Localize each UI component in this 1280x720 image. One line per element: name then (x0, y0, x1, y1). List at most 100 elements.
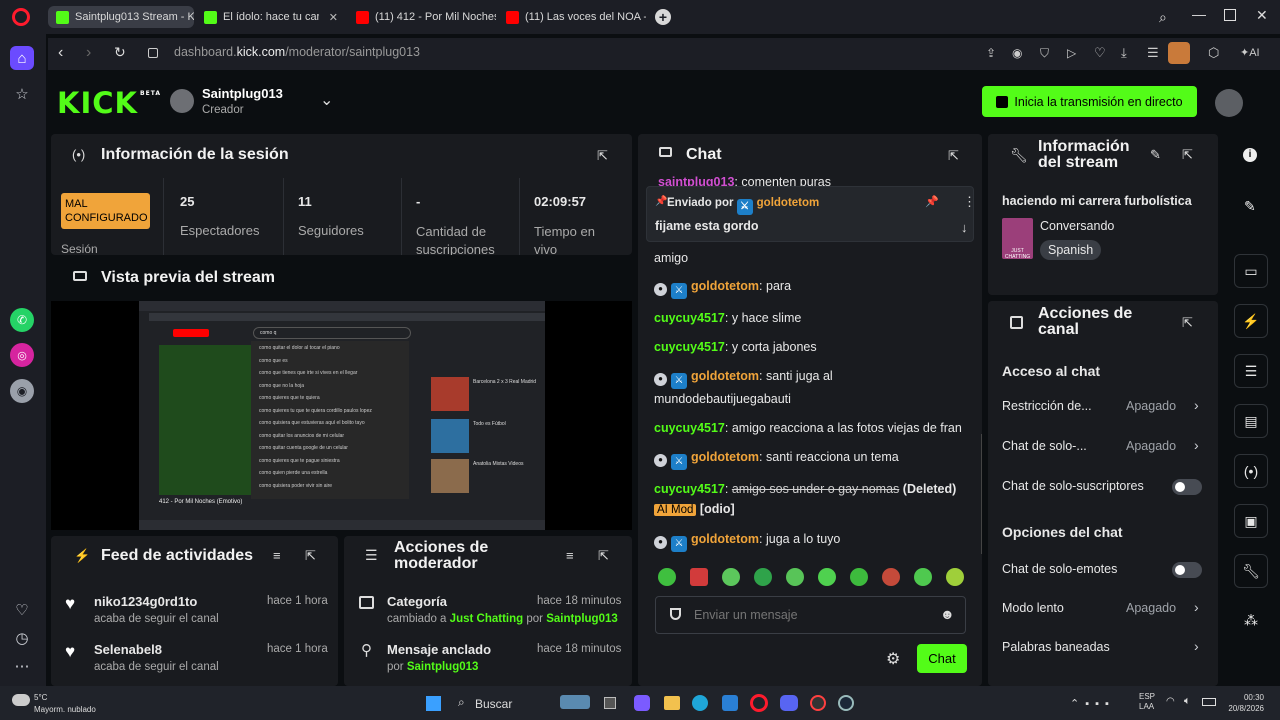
emote-icon[interactable] (786, 568, 804, 586)
heart-icon[interactable]: ♡ (1094, 45, 1106, 61)
unpin-icon[interactable]: 📌 (925, 195, 939, 208)
emote-icon[interactable] (658, 568, 676, 586)
info-icon[interactable]: i (1243, 148, 1257, 162)
cube-icon[interactable]: ⬡ (1208, 45, 1219, 61)
chat-message-input[interactable] (694, 605, 924, 625)
emote-icon[interactable] (690, 568, 708, 586)
game-app-icon[interactable] (560, 695, 590, 709)
subs-only-toggle[interactable] (1172, 479, 1202, 495)
emote-icon[interactable] (850, 568, 868, 586)
emote-icon[interactable] (882, 568, 900, 586)
tray-icons[interactable]: ⌃▪▪▪ (1070, 697, 1115, 710)
search-tabs-icon[interactable]: ⌕ (1159, 9, 1167, 26)
close-window-icon[interactable]: ✕ (1256, 7, 1268, 24)
preview-widget-button[interactable]: ▭ (1234, 254, 1268, 288)
address-bar[interactable]: dashboard.kick.com/moderator/saintplug01… (174, 45, 420, 59)
close-tab-icon[interactable]: ✕ (329, 11, 338, 24)
streaminfo-widget-button[interactable]: 🔧︎ (1234, 554, 1268, 588)
discord-icon[interactable] (780, 695, 798, 711)
popout-icon[interactable]: ⇱ (1182, 315, 1193, 331)
app-icon[interactable] (810, 695, 826, 711)
weather-icon[interactable] (12, 694, 30, 706)
popout-icon[interactable]: ⇱ (1182, 147, 1193, 163)
network-icon[interactable]: ◠ (1166, 696, 1175, 707)
battery-icon[interactable] (1202, 698, 1216, 706)
home-icon[interactable]: ⌂ (10, 46, 34, 70)
heart-sidebar-icon[interactable]: ♡ (10, 598, 34, 622)
edit-layout-icon[interactable]: ✎ (1244, 198, 1256, 215)
chat-scrollbar[interactable] (981, 434, 982, 554)
modlog-widget-button[interactable]: ☰ (1234, 354, 1268, 388)
restore-icon[interactable] (1224, 9, 1236, 21)
star-icon[interactable]: ☆ (10, 82, 34, 106)
popout-icon[interactable]: ⇱ (948, 148, 959, 164)
more-icon[interactable]: ⋯ (10, 654, 34, 678)
menu-icon[interactable]: ☰ (1147, 45, 1159, 61)
setting-row[interactable]: Modo lento Apagado › (1002, 599, 1212, 621)
shield-icon[interactable]: ⛉ (1040, 46, 1049, 61)
filter-icon[interactable]: ≡ (566, 548, 574, 563)
profile-avatar-icon[interactable] (1168, 42, 1190, 64)
setting-row[interactable]: Palabras baneadas › (1002, 638, 1212, 660)
new-tab-button[interactable]: + (655, 9, 671, 25)
clock[interactable]: 00:30 20/8/2026 (1224, 692, 1264, 714)
tab-412-por-mil-noches[interactable]: (11) 412 - Por Mil Noches (348, 6, 496, 28)
tab-las-voces-del-noa[interactable]: (11) Las voces del NOA - L (498, 6, 646, 28)
chat-widget-button[interactable]: ▤ (1234, 404, 1268, 438)
account-avatar[interactable] (1215, 89, 1243, 117)
file-explorer-icon[interactable] (664, 696, 680, 710)
pinned-menu-icon[interactable]: ⋮ (963, 194, 976, 210)
steam-icon[interactable] (838, 695, 854, 711)
popout-icon[interactable]: ⇱ (598, 548, 609, 564)
edge-icon[interactable] (692, 695, 708, 711)
opera-logo-icon[interactable] (12, 8, 30, 26)
gear-icon[interactable]: ⚙ (886, 649, 900, 669)
setting-row[interactable]: Restricción de... Apagado › (1002, 397, 1212, 419)
download-icon[interactable]: ⤓ (1121, 45, 1127, 61)
forward-icon[interactable]: › (86, 44, 91, 62)
setting-row[interactable]: Chat de solo-... Apagado › (1002, 437, 1212, 459)
copilot-icon[interactable] (634, 695, 650, 711)
camera-icon[interactable]: ◉ (1012, 46, 1022, 60)
reload-icon[interactable]: ↻ (114, 44, 126, 61)
emote-icon[interactable] (946, 568, 964, 586)
back-icon[interactable]: ‹ (58, 44, 63, 62)
play-icon[interactable]: ▷ (1067, 46, 1076, 60)
emoji-icon[interactable]: ☻ (940, 606, 955, 622)
filter-icon[interactable]: ≡ (273, 548, 281, 563)
chat-send-button[interactable]: Chat (917, 644, 967, 673)
opera-taskbar-icon[interactable] (750, 694, 768, 712)
activity-widget-button[interactable]: ⚡ (1234, 304, 1268, 338)
emotes-only-toggle[interactable] (1172, 562, 1202, 578)
expand-arrow-icon[interactable]: ↓ (961, 220, 968, 235)
store-icon[interactable] (722, 695, 738, 711)
language-indicator[interactable]: ESP LAA (1139, 692, 1155, 712)
instagram-icon[interactable]: ◎ (10, 343, 34, 367)
whatsapp-icon[interactable]: ✆ (10, 308, 34, 332)
popout-icon[interactable]: ⇱ (597, 148, 608, 164)
channel-widget-button[interactable]: ▣ (1234, 504, 1268, 538)
emote-icon[interactable] (818, 568, 836, 586)
chat-input-box[interactable]: ☻ (655, 596, 966, 634)
edit-icon[interactable]: ✎ (1150, 147, 1161, 163)
emote-icon[interactable] (914, 568, 932, 586)
integrations-icon[interactable]: ⁂ (1244, 612, 1258, 629)
user-avatar[interactable] (170, 89, 194, 113)
emote-icon[interactable] (754, 568, 772, 586)
task-view-icon[interactable] (604, 697, 616, 709)
start-stream-button[interactable]: Inicia la transmisión en directo (982, 86, 1197, 117)
stream-preview-video[interactable]: como q como quitar el dolor al tocar el … (51, 301, 632, 530)
minimize-icon[interactable]: — (1192, 6, 1206, 22)
pinned-message[interactable]: 📌 Enviado por ⚔ goldotetom 📌 ⋮ fijame est… (646, 186, 976, 242)
windows-start-icon[interactable] (426, 696, 441, 711)
tab-el-idolo[interactable]: El ídolo: hace tu carrer ✕ (196, 6, 346, 28)
music-player-icon[interactable]: ◉ (10, 379, 34, 403)
chevron-down-icon[interactable]: ⌄ (320, 90, 333, 110)
ai-button[interactable]: ✦AI (1240, 46, 1260, 59)
share-icon[interactable]: ⇪ (986, 46, 996, 60)
popout-icon[interactable]: ⇱ (305, 548, 316, 564)
kick-logo[interactable]: KICK BETA (57, 86, 161, 120)
tab-kick-stream[interactable]: Saintplug013 Stream - Kic (48, 6, 194, 28)
emote-icon[interactable] (722, 568, 740, 586)
volume-icon[interactable]: 🔈︎ (1184, 695, 1191, 708)
